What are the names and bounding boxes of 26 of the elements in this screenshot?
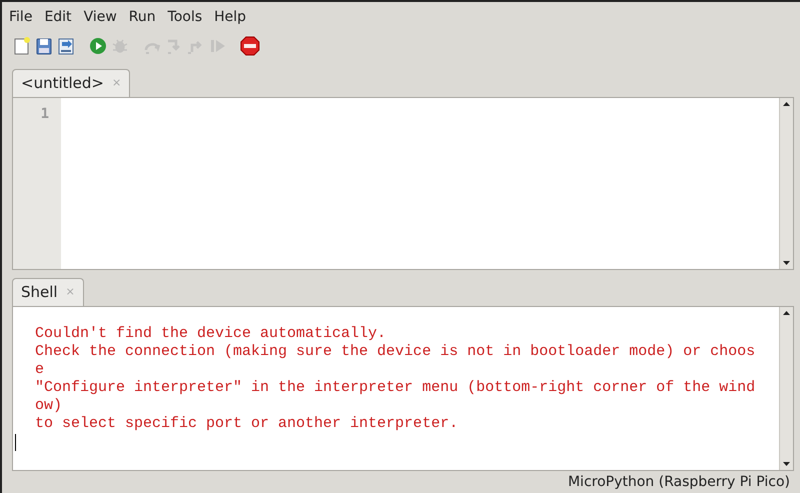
tab-label: <untitled> <box>21 73 104 94</box>
shell-panel[interactable] <box>12 306 794 471</box>
tab[interactable]: Shell × <box>12 278 84 306</box>
menu-item[interactable]: Tools <box>168 6 202 28</box>
shell-output-line: ow) <box>35 397 64 415</box>
scrollbar[interactable] <box>779 307 793 470</box>
shell-output-line: Couldn't find the device automatically. <box>35 325 388 343</box>
download-icon[interactable] <box>56 36 76 56</box>
shell-output-line: "Configure interpreter" in the interpreter menu (bottom-right corner of the wind <box>35 379 756 397</box>
menu-item[interactable]: Edit <box>44 6 72 28</box>
menu-item[interactable]: View <box>84 6 117 28</box>
line-number: 1 <box>40 105 49 124</box>
menu-item[interactable]: Run <box>128 6 156 28</box>
stop-icon[interactable] <box>240 36 260 56</box>
shell-output-line: e <box>35 361 46 379</box>
scrollbar[interactable] <box>779 98 793 269</box>
shell-output-line: to select specific port or another interpreter. <box>35 415 460 433</box>
tab-label: Shell <box>21 282 58 304</box>
tab[interactable]: <untitled> × <box>12 69 130 97</box>
run-icon[interactable] <box>88 36 108 56</box>
shell-output-line: Check the connection (making sure the device is not in bootloader mode) or choos <box>35 343 756 361</box>
new-file-icon[interactable] <box>12 36 32 56</box>
menu-item[interactable]: File <box>9 6 32 28</box>
text-cursor <box>15 434 16 451</box>
interpreter-status[interactable]: MicroPython (Raspberry Pi Pico) <box>568 472 790 492</box>
menu-item[interactable]: Help <box>214 6 246 28</box>
